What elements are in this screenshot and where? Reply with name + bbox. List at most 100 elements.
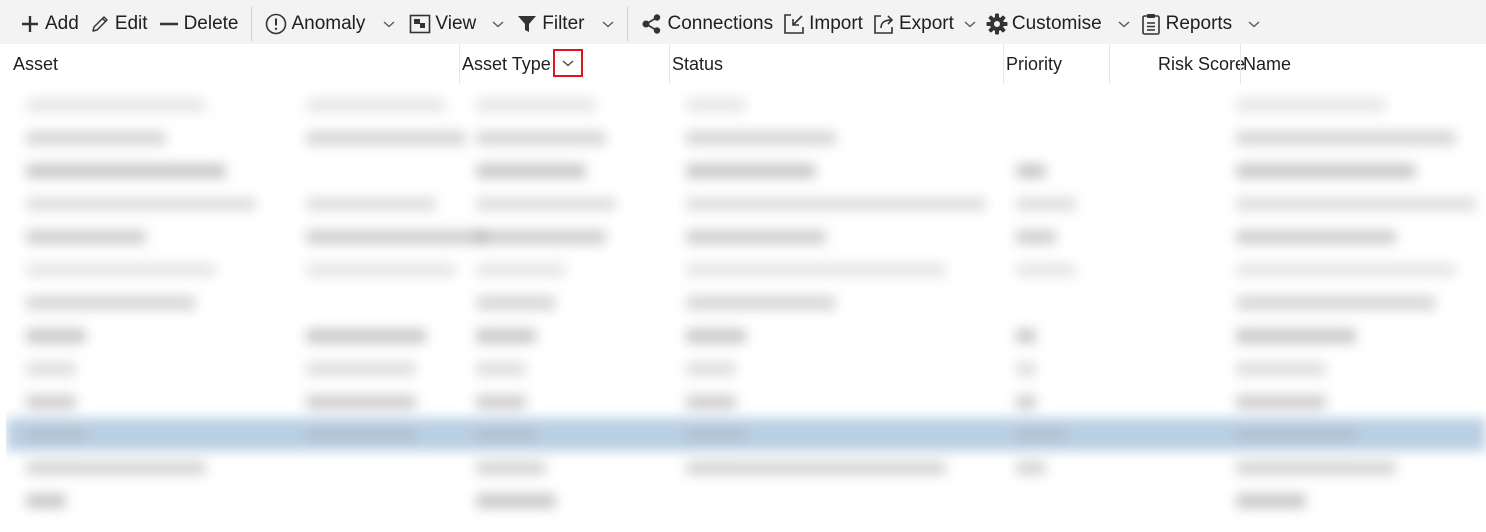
customise-dropdown[interactable] bbox=[1113, 4, 1135, 44]
customise-button[interactable]: Customise bbox=[981, 4, 1107, 44]
chevron-down-icon bbox=[562, 60, 574, 67]
table-row[interactable] bbox=[6, 187, 1486, 220]
blurred-cell-text bbox=[26, 296, 196, 310]
blurred-cell-text bbox=[1016, 428, 1066, 442]
reports-dropdown[interactable] bbox=[1243, 4, 1265, 44]
blurred-cell-text bbox=[306, 395, 416, 409]
blurred-cell-text bbox=[26, 461, 206, 475]
blurred-cell-text bbox=[476, 131, 606, 145]
blurred-cell-text bbox=[26, 197, 256, 211]
blurred-cell-text bbox=[26, 395, 76, 409]
connections-button[interactable]: Connections bbox=[636, 4, 778, 44]
clipboard-icon bbox=[1140, 13, 1162, 35]
table-row[interactable] bbox=[6, 88, 1486, 121]
anomaly-button[interactable]: Anomaly bbox=[260, 4, 370, 44]
blurred-cell-text bbox=[686, 461, 946, 475]
view-label: View bbox=[435, 13, 477, 34]
blurred-cell-text bbox=[26, 362, 76, 376]
column-header-label: Risk Score bbox=[1158, 53, 1246, 74]
add-button[interactable]: Add bbox=[14, 4, 84, 44]
blurred-cell-text bbox=[26, 131, 166, 145]
table-row[interactable] bbox=[6, 385, 1486, 418]
column-divider[interactable] bbox=[1109, 44, 1110, 84]
anomaly-dropdown[interactable] bbox=[378, 4, 400, 44]
blurred-cell-text bbox=[1016, 164, 1046, 178]
blurred-cell-text bbox=[686, 131, 836, 145]
edit-button[interactable]: Edit bbox=[84, 4, 153, 44]
column-header-status[interactable]: Status bbox=[672, 44, 723, 84]
asset-grid-rows bbox=[6, 84, 1486, 532]
blurred-cell-text bbox=[1236, 131, 1456, 145]
blurred-cell-text bbox=[1016, 395, 1036, 409]
reports-button[interactable]: Reports bbox=[1135, 4, 1238, 44]
column-divider[interactable] bbox=[1240, 44, 1241, 84]
table-row[interactable] bbox=[6, 253, 1486, 286]
table-row[interactable] bbox=[6, 154, 1486, 187]
blurred-cell-text bbox=[26, 98, 206, 112]
blurred-cell-text bbox=[1236, 296, 1436, 310]
column-header-asset[interactable]: Asset bbox=[13, 44, 58, 84]
chevron-down-icon bbox=[492, 21, 504, 28]
blurred-cell-text bbox=[1236, 494, 1306, 508]
column-header-name[interactable]: Name bbox=[1243, 44, 1291, 84]
blurred-cell-text bbox=[306, 197, 436, 211]
blurred-cell-text bbox=[26, 164, 226, 178]
chevron-down-icon bbox=[603, 21, 614, 28]
blurred-cell-text bbox=[26, 494, 66, 508]
blurred-cell-text bbox=[306, 428, 416, 442]
blurred-cell-text bbox=[26, 428, 86, 442]
blurred-cell-text bbox=[306, 329, 426, 343]
table-row[interactable] bbox=[6, 319, 1486, 352]
funnel-icon bbox=[516, 13, 538, 35]
table-row[interactable] bbox=[6, 484, 1486, 517]
blurred-cell-text bbox=[686, 98, 746, 112]
blurred-cell-text bbox=[26, 329, 86, 343]
column-header-row: Asset Asset Type Status Priority Risk Sc… bbox=[0, 44, 1486, 84]
pencil-icon bbox=[89, 13, 111, 35]
column-header-priority[interactable]: Priority bbox=[1006, 44, 1062, 84]
blurred-cell-text bbox=[686, 428, 746, 442]
filter-label: Filter bbox=[542, 13, 585, 34]
blurred-cell-text bbox=[686, 329, 746, 343]
customise-label: Customise bbox=[1011, 13, 1102, 34]
blurred-cell-text bbox=[686, 164, 816, 178]
add-label: Add bbox=[45, 13, 79, 34]
blurred-cell-text bbox=[1016, 197, 1076, 211]
column-divider[interactable] bbox=[669, 44, 670, 84]
import-button[interactable]: Import bbox=[778, 4, 868, 44]
asset-type-filter-dropdown[interactable] bbox=[553, 49, 583, 77]
table-row-selected[interactable] bbox=[6, 418, 1486, 451]
view-layout-icon bbox=[409, 13, 431, 35]
blurred-cell-text bbox=[476, 98, 596, 112]
filter-dropdown[interactable] bbox=[597, 4, 619, 44]
column-header-asset-type[interactable]: Asset Type bbox=[462, 44, 551, 84]
blurred-cell-text bbox=[1016, 329, 1036, 343]
reports-label: Reports bbox=[1165, 13, 1233, 34]
table-row[interactable] bbox=[6, 451, 1486, 484]
asset-grid[interactable] bbox=[6, 84, 1486, 532]
chevron-down-icon bbox=[1248, 21, 1260, 28]
column-header-risk-score[interactable]: Risk Score bbox=[1158, 44, 1245, 84]
filter-button[interactable]: Filter bbox=[511, 4, 589, 44]
blurred-cell-text bbox=[1016, 263, 1076, 277]
column-divider[interactable] bbox=[459, 44, 460, 84]
blurred-cell-text bbox=[306, 263, 456, 277]
blurred-cell-text bbox=[1236, 329, 1356, 343]
table-row[interactable] bbox=[6, 220, 1486, 253]
column-header-label: Priority bbox=[1006, 53, 1063, 74]
blurred-cell-text bbox=[26, 263, 216, 277]
table-row[interactable] bbox=[6, 286, 1486, 319]
blurred-cell-text bbox=[1016, 461, 1046, 475]
view-dropdown[interactable] bbox=[487, 4, 509, 44]
edit-label: Edit bbox=[114, 13, 148, 34]
exclamation-circle-icon bbox=[265, 13, 287, 35]
blurred-cell-text bbox=[306, 98, 446, 112]
export-button[interactable]: Export bbox=[868, 4, 959, 44]
column-divider[interactable] bbox=[1003, 44, 1004, 84]
export-dropdown[interactable] bbox=[959, 4, 981, 44]
view-button[interactable]: View bbox=[404, 4, 481, 44]
anomaly-label: Anomaly bbox=[291, 13, 366, 34]
table-row[interactable] bbox=[6, 121, 1486, 154]
table-row[interactable] bbox=[6, 352, 1486, 385]
delete-button[interactable]: Delete bbox=[153, 4, 244, 44]
